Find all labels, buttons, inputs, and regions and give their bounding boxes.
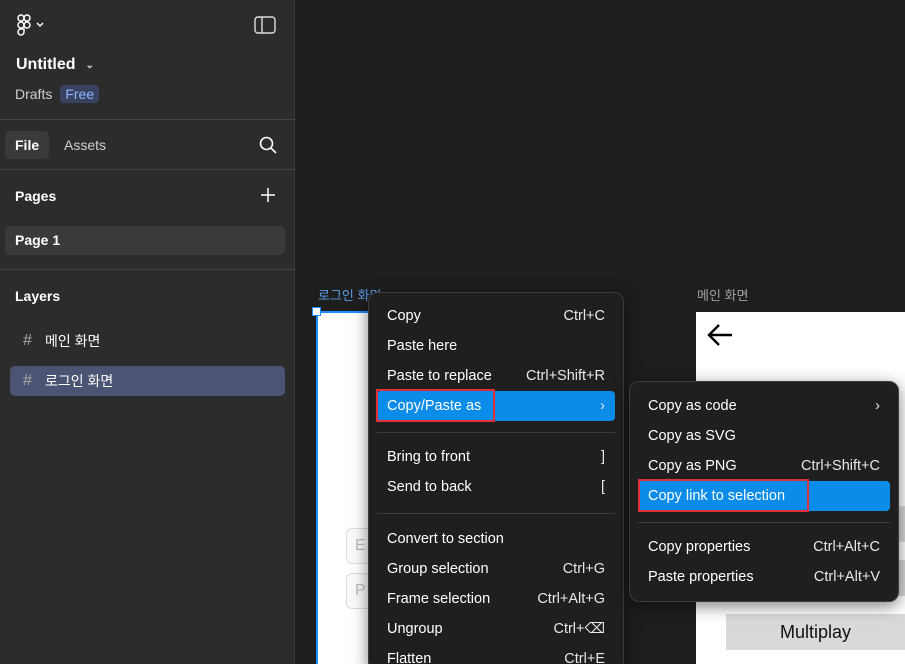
menu-label: Copy as code (648, 398, 737, 414)
menu-item-convert-to-section[interactable]: Convert to section (377, 524, 615, 554)
pages-heading: Pages (15, 188, 57, 204)
shortcut: Ctrl+Alt+V (813, 569, 880, 585)
shortcut: Ctrl+Shift+C (801, 458, 880, 474)
menu-label: Copy as SVG (648, 428, 736, 444)
layer-label: 로그인 화면 (45, 373, 114, 389)
frame-icon: # (23, 332, 32, 349)
menu-label: Frame selection (387, 591, 491, 607)
page-item[interactable]: Page 1 (5, 226, 285, 255)
menu-label: Copy (387, 308, 421, 324)
menu-item-copy[interactable]: Copy Ctrl+C (377, 301, 615, 331)
menu-label: Paste here (387, 338, 458, 354)
sidebar-toggle-icon[interactable] (254, 16, 276, 34)
menu-item-copy-as-png[interactable]: Copy as PNG Ctrl+Shift+C (638, 451, 890, 481)
multiplay-button[interactable]: Multiplay (726, 614, 905, 650)
menu-label: Send to back (387, 479, 472, 495)
shortcut: Ctrl+Alt+G (537, 591, 605, 607)
tab-assets[interactable]: Assets (54, 131, 116, 159)
menu-item-copy-properties[interactable]: Copy properties Ctrl+Alt+C (638, 532, 890, 562)
search-icon[interactable] (258, 135, 278, 155)
menu-item-group-selection[interactable]: Group selection Ctrl+G (377, 554, 615, 584)
shortcut: Ctrl+Shift+R (526, 368, 605, 384)
file-header: Untitled ⌄ Drafts Free (0, 0, 295, 120)
context-menu: Copy Ctrl+C Paste here Paste to replace … (368, 292, 624, 664)
file-title[interactable]: Untitled ⌄ (16, 56, 94, 74)
menu-label: Convert to section (387, 531, 504, 547)
menu-item-paste-properties[interactable]: Paste properties Ctrl+Alt+V (638, 562, 890, 592)
shortcut: Ctrl+G (562, 561, 605, 577)
menu-item-ungroup[interactable]: Ungroup Ctrl+⌫ (377, 614, 615, 644)
menu-item-paste-here[interactable]: Paste here (377, 331, 615, 361)
menu-item-send-to-back[interactable]: Send to back [ (377, 472, 615, 502)
menu-label: Ungroup (387, 621, 443, 637)
menu-divider (377, 513, 615, 514)
left-sidebar: Untitled ⌄ Drafts Free File Assets Pages… (0, 0, 295, 664)
sidebar-tabs: File Assets (0, 120, 295, 170)
shortcut: Ctrl+⌫ (553, 621, 605, 637)
drafts-label[interactable]: Drafts (15, 86, 52, 102)
menu-divider (638, 522, 890, 523)
menu-label: Flatten (387, 651, 432, 664)
menu-item-paste-to-replace[interactable]: Paste to replace Ctrl+Shift+R (377, 361, 615, 391)
chevron-right-icon: › (600, 398, 605, 414)
resize-handle[interactable] (312, 307, 321, 316)
frame-label[interactable]: 메인 화면 (697, 285, 748, 304)
layer-label: 메인 화면 (45, 333, 101, 349)
chevron-right-icon: › (875, 398, 880, 414)
add-page-icon[interactable] (259, 186, 277, 204)
frame-icon: # (23, 372, 32, 389)
menu-divider (377, 432, 615, 433)
main-menu-button[interactable] (16, 14, 44, 36)
menu-item-copy-as-code[interactable]: Copy as code › (638, 391, 890, 421)
figma-logo-icon (17, 14, 31, 36)
menu-item-flatten[interactable]: Flatten Ctrl+E (377, 644, 615, 664)
divider (0, 269, 295, 270)
chevron-down-icon (36, 22, 44, 27)
menu-label: Group selection (387, 561, 489, 577)
annotation-box (638, 479, 809, 512)
layer-item[interactable]: # 메인 화면 (10, 326, 285, 356)
menu-label: Paste to replace (387, 368, 492, 384)
layer-item-selected[interactable]: # 로그인 화면 (10, 366, 285, 396)
tab-file[interactable]: File (5, 131, 50, 159)
chevron-down-icon: ⌄ (85, 59, 94, 71)
menu-item-bring-to-front[interactable]: Bring to front ] (377, 442, 615, 472)
back-arrow-icon[interactable] (706, 322, 734, 348)
menu-label: Copy as PNG (648, 458, 737, 474)
plan-badge[interactable]: Free (60, 85, 100, 103)
menu-label: Copy properties (648, 539, 751, 555)
shortcut: Ctrl+Alt+C (813, 539, 880, 555)
shortcut: [ (600, 479, 605, 495)
menu-item-frame-selection[interactable]: Frame selection Ctrl+Alt+G (377, 584, 615, 614)
drafts-row: Drafts Free (15, 85, 100, 103)
login-frame[interactable] (316, 311, 376, 664)
menu-item-copy-as-svg[interactable]: Copy as SVG (638, 421, 890, 451)
annotation-box (376, 389, 495, 422)
menu-label: Bring to front (387, 449, 471, 465)
shortcut: Ctrl+E (564, 651, 605, 664)
layers-heading: Layers (15, 288, 61, 304)
menu-label: Paste properties (648, 569, 754, 585)
file-title-text: Untitled (16, 56, 76, 73)
shortcut: Ctrl+C (563, 308, 606, 324)
shortcut: ] (600, 449, 605, 465)
